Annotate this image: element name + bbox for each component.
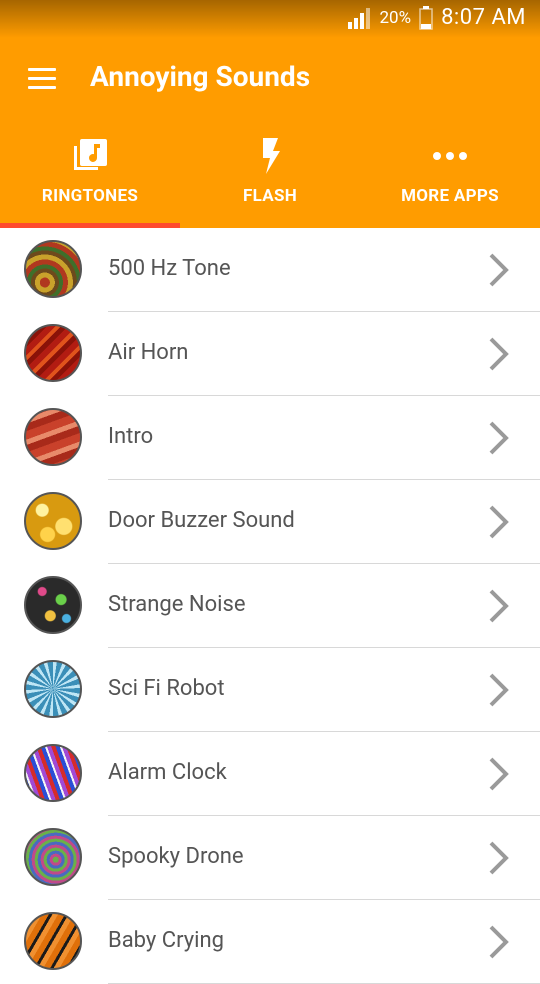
chevron-right-icon (489, 673, 509, 707)
avatar-sci-fi-robot (24, 660, 82, 718)
chevron-right-icon (489, 757, 509, 791)
chevron-right-icon (489, 589, 509, 623)
menu-icon[interactable] (28, 68, 56, 90)
list-item-title: Intro (108, 424, 154, 449)
list-item[interactable]: Air Horn (0, 312, 540, 396)
tab-label: MORE APPS (401, 186, 499, 206)
list-item[interactable]: Strange Noise (0, 564, 540, 648)
list-item[interactable]: Baby Crying (0, 900, 540, 984)
tab-label: RINGTONES (41, 186, 139, 206)
status-bar: 20% 8:07 AM (0, 0, 540, 38)
list-item-title: Strange Noise (108, 592, 246, 617)
list-item-title: 500 Hz Tone (108, 256, 231, 281)
avatar-500hz (24, 240, 82, 298)
tab-label: FLASH (242, 186, 298, 206)
battery-percent: 20% (379, 7, 412, 28)
tab-ringtones[interactable]: RINGTONES (0, 126, 180, 228)
toolbar: Annoying Sounds (0, 42, 540, 116)
list-item-title: Spooky Drone (108, 844, 244, 869)
list-item[interactable]: Spooky Drone (0, 816, 540, 900)
list-item-title: Baby Crying (108, 928, 225, 953)
list-item[interactable]: Alarm Clock (0, 732, 540, 816)
avatar-door-buzzer (24, 492, 82, 550)
battery-icon (419, 5, 433, 30)
avatar-air-horn (24, 324, 82, 382)
status-time: 8:07 AM (441, 5, 526, 30)
ringtone-list: 500 Hz Tone Air Horn Intro Door Buzzer S… (0, 228, 540, 984)
list-item[interactable]: Sci Fi Robot (0, 648, 540, 732)
list-item[interactable]: Door Buzzer Sound (0, 480, 540, 564)
avatar-baby-crying (24, 912, 82, 970)
list-item-title: Sci Fi Robot (108, 676, 225, 701)
list-item-title: Air Horn (108, 340, 189, 365)
avatar-alarm-clock (24, 744, 82, 802)
chevron-right-icon (489, 337, 509, 371)
tab-more-apps[interactable]: MORE APPS (360, 126, 540, 228)
signal-icon (347, 7, 370, 29)
tab-bar: RINGTONES FLASH MORE APPS (0, 126, 540, 228)
list-item[interactable]: 500 Hz Tone (0, 228, 540, 312)
chevron-right-icon (489, 421, 509, 455)
avatar-strange-noise (24, 576, 82, 634)
chevron-right-icon (489, 841, 509, 875)
chevron-right-icon (489, 505, 509, 539)
flash-icon (263, 138, 280, 174)
app-title: Annoying Sounds (90, 60, 311, 93)
music-library-icon (74, 139, 107, 170)
list-item-title: Door Buzzer Sound (108, 508, 295, 533)
chevron-right-icon (489, 925, 509, 959)
avatar-spooky-drone (24, 828, 82, 886)
chevron-right-icon (489, 253, 509, 287)
list-item-title: Alarm Clock (108, 760, 227, 785)
app-bar: 20% 8:07 AM Annoying Sounds RINGTONES FL… (0, 0, 540, 228)
avatar-intro (24, 408, 82, 466)
more-dots-icon (433, 152, 467, 160)
tab-flash[interactable]: FLASH (180, 126, 360, 228)
list-item[interactable]: Intro (0, 396, 540, 480)
